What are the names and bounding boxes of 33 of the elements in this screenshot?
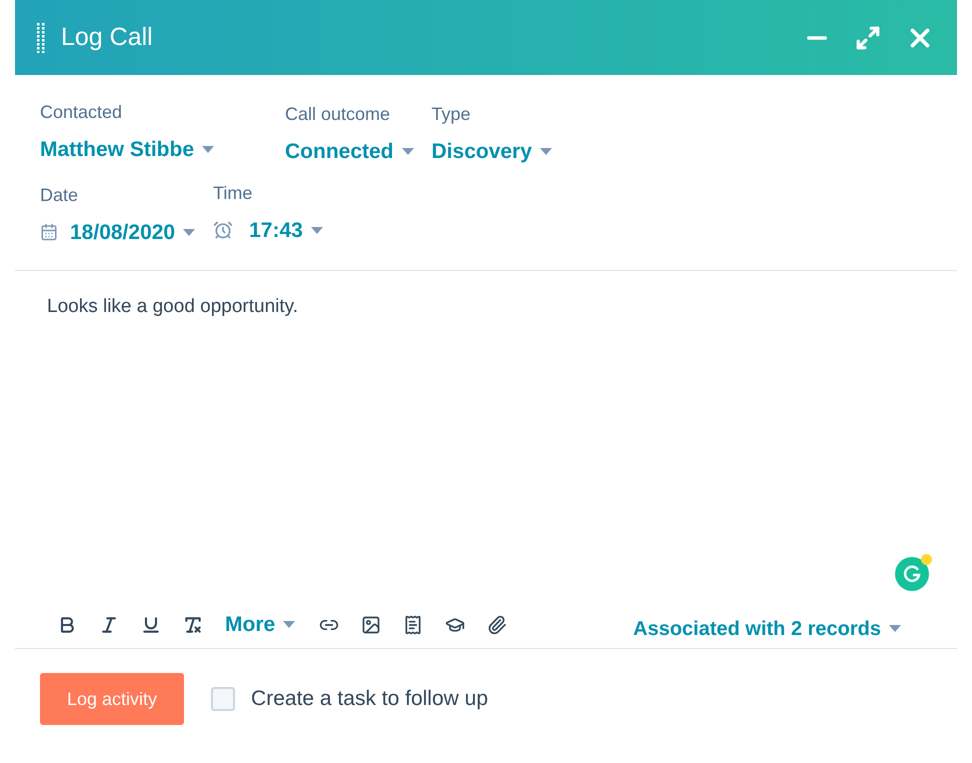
drag-handle-icon[interactable] — [37, 22, 45, 52]
field-label: Contacted — [40, 101, 124, 124]
field-dropdown[interactable]: 17:43 — [249, 214, 323, 246]
field-label: Call outcome — [285, 103, 392, 126]
caret-icon — [310, 226, 323, 234]
field-dropdown[interactable]: 18/08/2020 — [70, 216, 196, 248]
caret-icon — [283, 621, 296, 628]
field-dropdown[interactable]: Discovery — [432, 136, 552, 168]
caret-icon — [202, 146, 214, 154]
document-icon[interactable] — [403, 614, 424, 634]
alarm-clock-icon — [213, 220, 234, 240]
follow-up-checkbox[interactable] — [211, 687, 236, 711]
caret-icon — [889, 625, 901, 632]
clear-format-icon[interactable] — [183, 614, 203, 634]
paperclip-icon[interactable] — [487, 614, 508, 634]
more-dropdown[interactable]: More — [225, 608, 296, 640]
field-dropdown[interactable]: Connected — [285, 136, 414, 168]
image-icon[interactable] — [361, 614, 382, 634]
calendar-icon — [40, 223, 58, 242]
caret-icon — [540, 148, 552, 156]
underline-icon[interactable] — [141, 614, 161, 634]
log-activity-button[interactable]: Log activity — [40, 673, 184, 725]
field-label: Type — [432, 103, 472, 126]
checkbox-label: Create a task to follow up — [251, 686, 488, 712]
caret-icon — [402, 148, 414, 156]
field-label: Time — [213, 182, 254, 204]
field-dropdown[interactable]: Matthew Stibbe — [40, 134, 214, 166]
field-label: Date — [40, 184, 80, 206]
window-title: Log Call — [61, 22, 153, 53]
note-text[interactable]: Looks like a good opportunity. — [47, 293, 925, 322]
italic-icon[interactable] — [99, 614, 119, 634]
caret-icon — [183, 228, 196, 236]
associated-records-dropdown[interactable]: Associated with 2 records — [633, 614, 901, 644]
